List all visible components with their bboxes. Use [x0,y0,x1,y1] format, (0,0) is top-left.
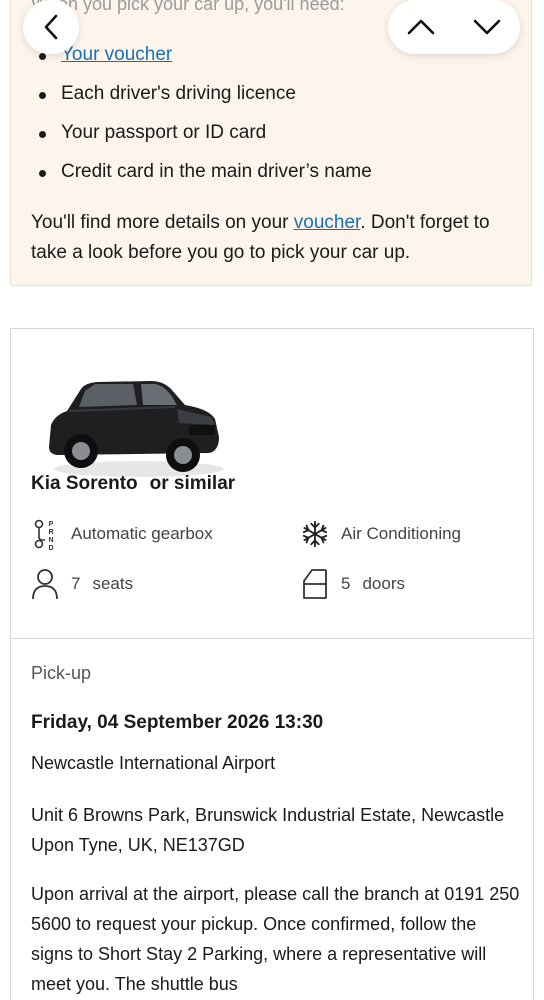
person-icon [31,567,59,601]
snowflake-icon [301,517,329,551]
ac-label: Air Conditioning [341,524,462,543]
gearbox-label: Automatic gearbox [71,524,213,543]
requirements-list: Your voucher Each driver's driving licen… [31,40,372,196]
requirement-label: Your passport or ID card [61,122,267,143]
svg-text:D: D [48,545,53,551]
prev-next-controls [388,0,520,54]
requirement-licence: Each driver's driving licence [31,79,372,118]
car-model-similar: or similar [149,473,236,494]
voucher-details-text: You'll find more details on your voucher… [31,208,521,268]
pickup-instructions: Upon arrival at the airport, please call… [31,884,520,994]
requirement-label: Each driver's driving licence [61,83,296,104]
pickup-address: Unit 6 Browns Park, Brunswick Industrial… [31,805,505,855]
feature-doors: 5 doors [301,567,405,601]
door-icon [301,567,329,601]
voucher-details-link[interactable]: voucher [294,212,361,233]
doors-count: 5 [341,574,351,593]
pickup-location: Newcastle International Airport [31,753,276,773]
feature-seats: 7 seats [31,567,133,601]
requirement-label: Credit card in the main driver’s name [61,161,372,182]
car-model-name: Kia Sorento [31,473,138,494]
back-button[interactable] [23,0,79,54]
pickup-datetime: Friday, 04 September 2026 13:30 [31,712,324,733]
pickup-heading: Pick-up [31,663,92,683]
car-image [49,381,224,477]
details-text: You'll find more details on your [31,212,294,233]
svg-text:P: P [49,521,54,528]
gearbox-icon: P R N D [31,517,59,551]
seats-count: 7 [71,574,81,593]
svg-text:R: R [48,529,53,536]
car-details-card: Kia Sorento or similar P R N D Automatic … [10,328,534,638]
chevron-up-icon[interactable] [406,17,436,37]
voucher-link[interactable]: Your voucher [61,44,172,65]
pickup-details-card: Pick-up Friday, 04 September 2026 13:30 … [10,638,534,1000]
requirement-id: Your passport or ID card [31,118,372,157]
requirements-intro: When you pick your car up, you'll need: [31,0,345,14]
requirement-credit-card: Credit card in the main driver’s name [31,157,372,196]
feature-air-conditioning: Air Conditioning [301,517,461,551]
chevron-left-icon [44,14,58,40]
svg-text:N: N [48,537,53,544]
seats-label: seats [92,574,134,593]
chevron-down-icon[interactable] [472,17,502,37]
requirement-voucher[interactable]: Your voucher [31,40,372,79]
car-model-title: Kia Sorento or similar [31,473,235,495]
doors-label: doors [362,574,405,593]
feature-gearbox: P R N D Automatic gearbox [31,517,213,551]
